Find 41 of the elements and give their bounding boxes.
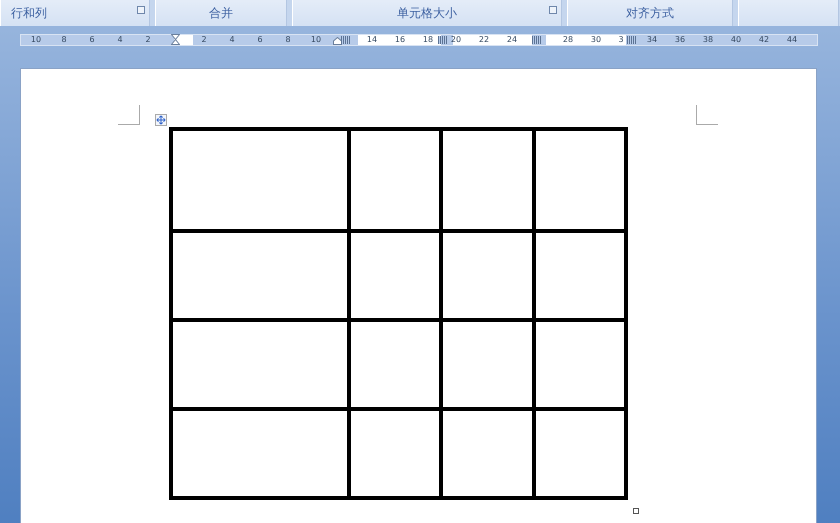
ruler-number: 42 <box>758 34 770 46</box>
ruler-number: 10 <box>310 34 322 46</box>
ruler-number: 4 <box>117 34 123 46</box>
ruler-number: 6 <box>257 34 263 46</box>
column-marker-icon[interactable] <box>627 36 636 44</box>
indent-marker-icon[interactable] <box>333 37 342 45</box>
column-marker-icon[interactable] <box>341 36 350 44</box>
ruler-number: 34 <box>646 34 658 46</box>
column-marker-icon[interactable] <box>438 36 447 44</box>
group-label: 单元格大小 <box>397 5 457 22</box>
ruler-number: 2 <box>145 34 151 46</box>
ruler-number: 18 <box>422 34 434 46</box>
ruler-number: 44 <box>786 34 798 46</box>
ruler-number: 22 <box>478 34 490 46</box>
dialog-launcher-icon[interactable] <box>549 6 557 14</box>
ruler-number: 8 <box>285 34 291 46</box>
column-marker-icon[interactable] <box>532 36 541 44</box>
table-resize-handle[interactable] <box>633 508 639 514</box>
ruler-number: 8 <box>61 34 67 46</box>
ruler-number: 16 <box>394 34 406 46</box>
ruler-number: 3 <box>618 34 624 46</box>
ruler-number: 36 <box>674 34 686 46</box>
margin-corner-mark <box>696 105 718 125</box>
ruler-number: 4 <box>229 34 235 46</box>
group-label: 合并 <box>209 5 233 22</box>
ruler-number: 38 <box>702 34 714 46</box>
group-label: 对齐方式 <box>626 5 674 22</box>
ruler-number: 20 <box>450 34 462 46</box>
ruler-number: 24 <box>506 34 518 46</box>
margin-corner-mark <box>118 105 140 125</box>
ruler-number: 6 <box>89 34 95 46</box>
indent-marker-icon[interactable] <box>171 34 180 46</box>
group-label: 行和列 <box>10 5 47 22</box>
table-move-handle-icon[interactable] <box>155 114 167 126</box>
ruler-number: 40 <box>730 34 742 46</box>
ruler-number: 2 <box>201 34 207 46</box>
ruler-number: 28 <box>562 34 574 46</box>
ruler-number: 30 <box>590 34 602 46</box>
ruler-number: 10 <box>30 34 42 46</box>
dialog-launcher-icon[interactable] <box>137 6 145 14</box>
ruler-number: 14 <box>366 34 378 46</box>
